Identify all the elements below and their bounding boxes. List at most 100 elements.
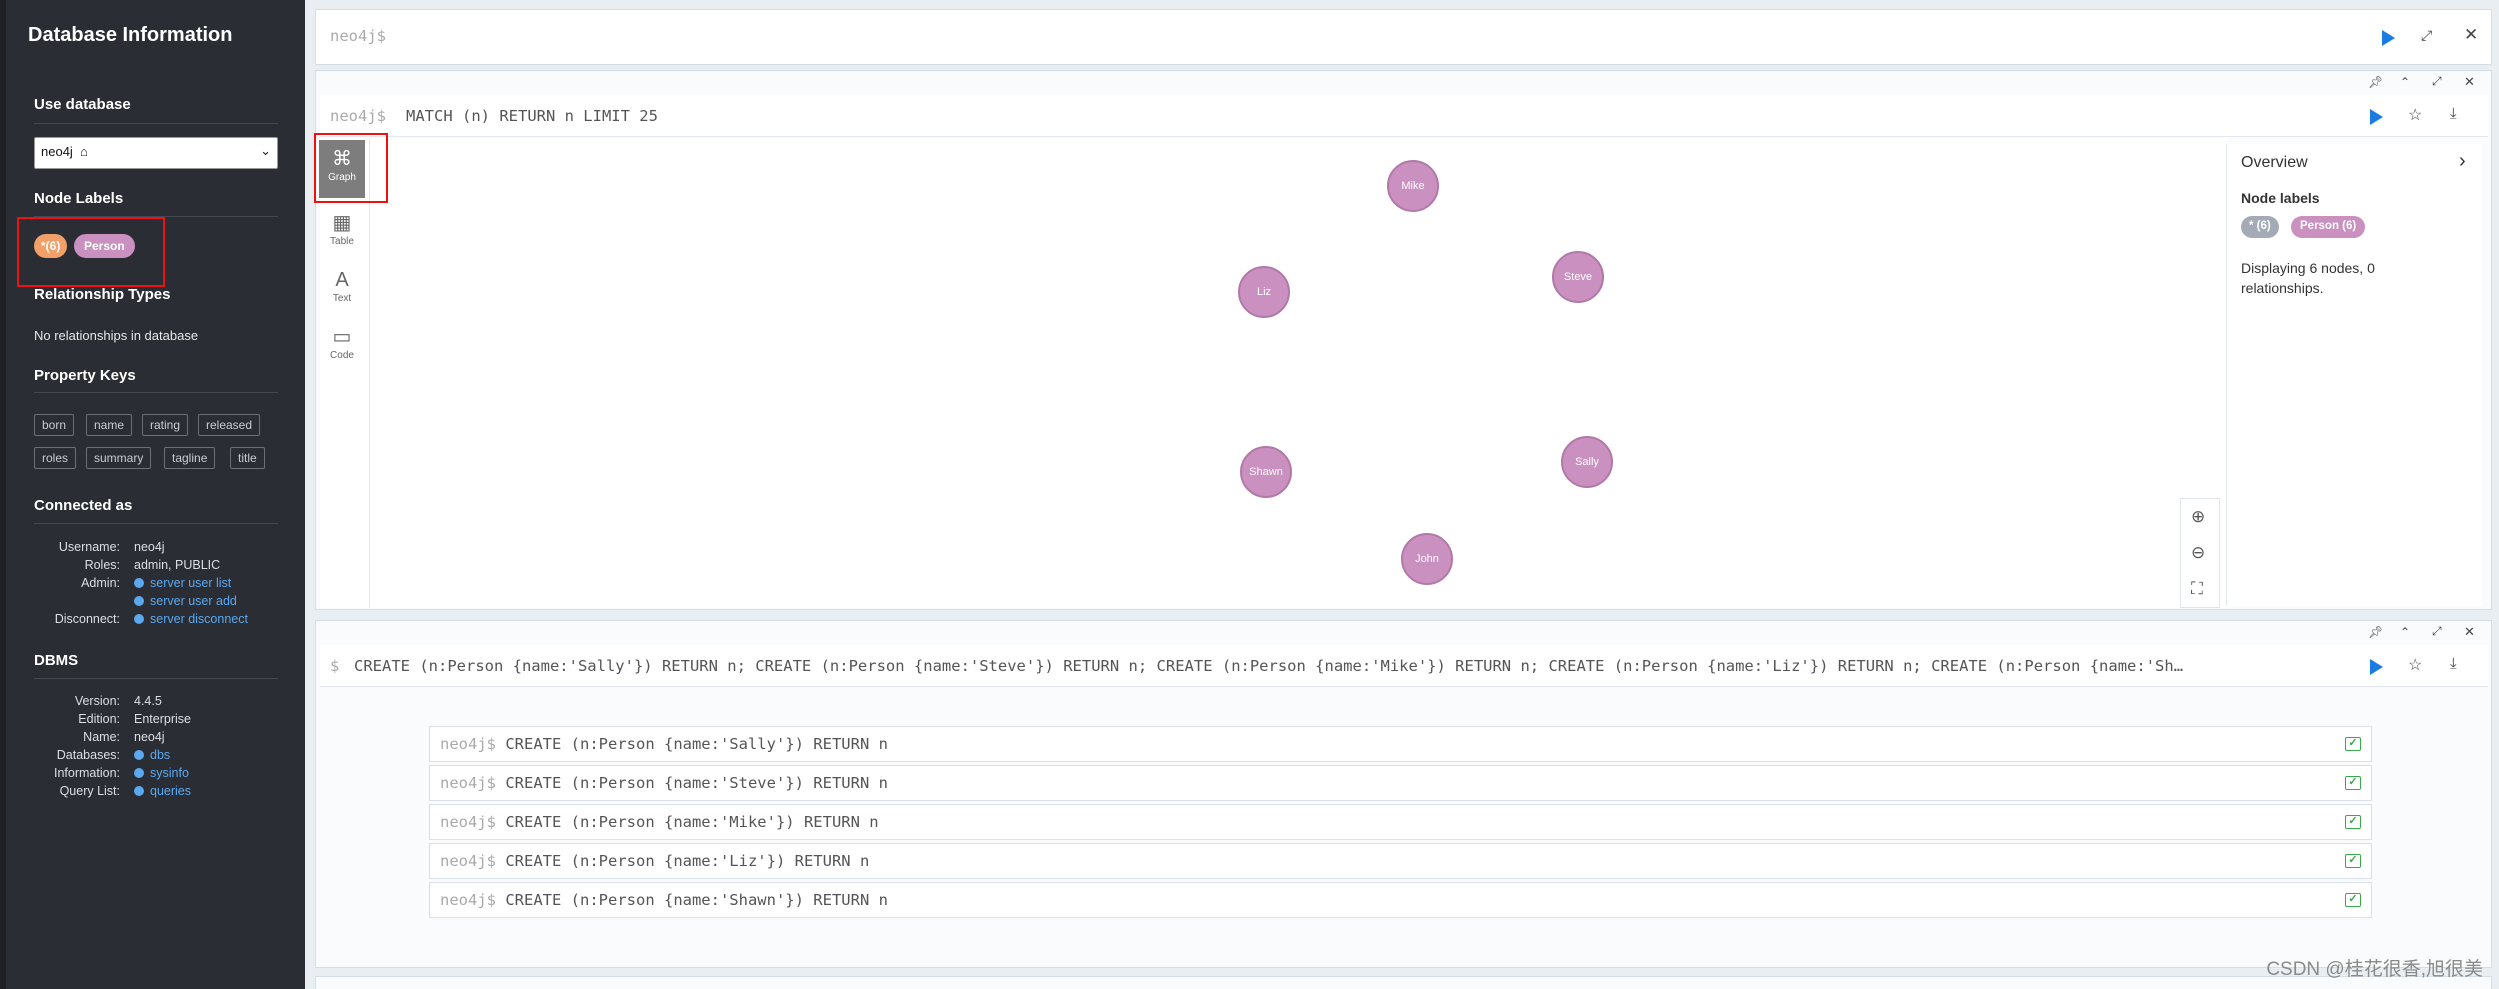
statement-row[interactable]: neo4j$ CREATE (n:Person {name:'Sally'}) … bbox=[429, 726, 2372, 762]
statement-row[interactable]: neo4j$ CREATE (n:Person {name:'Shawn'}) … bbox=[429, 882, 2372, 918]
sidebar-title: Database Information bbox=[28, 24, 233, 46]
database-select[interactable]: neo4j ⌂ ⌄ bbox=[34, 137, 278, 169]
star-icon[interactable]: ☆ bbox=[2408, 105, 2422, 125]
graph-node[interactable]: Mike bbox=[1387, 160, 1439, 212]
overview-label-person[interactable]: Person (6) bbox=[2291, 216, 2366, 238]
divider bbox=[34, 523, 278, 524]
property-key-rating[interactable]: rating bbox=[142, 414, 189, 436]
server-user-add-link[interactable]: server user add bbox=[134, 594, 237, 608]
main-editor[interactable]: neo4j$ ⤢ ✕ bbox=[315, 9, 2492, 65]
download-icon[interactable]: ⤓ bbox=[2450, 105, 2457, 122]
property-key-title[interactable]: title bbox=[230, 447, 265, 469]
property-key-tagline[interactable]: tagline bbox=[164, 447, 216, 469]
queries-link[interactable]: queries bbox=[134, 784, 191, 798]
frame-query[interactable]: MATCH (n) RETURN n LIMIT 25 bbox=[406, 107, 658, 125]
frame-prompt: $ bbox=[330, 657, 340, 675]
fullscreen-icon[interactable]: ⤢ bbox=[2421, 27, 2432, 44]
dbs-link[interactable]: dbs bbox=[134, 748, 170, 762]
frame-query-bar[interactable]: $ CREATE (n:Person {name:'Sally'}) RETUR… bbox=[320, 645, 2488, 687]
graph-node[interactable]: Sally bbox=[1561, 436, 1613, 488]
highlight-graph-view bbox=[314, 133, 388, 203]
graph-node[interactable]: Liz bbox=[1238, 266, 1290, 318]
query-list-label: Query List: bbox=[59, 784, 120, 798]
collapse-icon[interactable]: ⌃ bbox=[2400, 75, 2410, 89]
roles-label: Roles: bbox=[84, 558, 120, 572]
fullscreen-icon[interactable]: ⤢ bbox=[2432, 74, 2442, 89]
frame-query-bar[interactable]: neo4j$ MATCH (n) RETURN n LIMIT 25 ☆ ⤓ bbox=[320, 95, 2488, 137]
statement-prompt: neo4j$ bbox=[440, 852, 496, 870]
view-text-button[interactable]: A Text bbox=[319, 267, 365, 304]
dbs-text: dbs bbox=[150, 748, 171, 762]
statement-cmd: CREATE (n:Person {name:'Mike'}) RETURN n bbox=[505, 813, 879, 831]
graph-node[interactable]: John bbox=[1401, 533, 1453, 585]
graph-node[interactable]: Shawn bbox=[1240, 446, 1292, 498]
divider bbox=[34, 123, 278, 124]
fullscreen-icon[interactable]: ⤢ bbox=[2432, 624, 2442, 639]
admin-label: Admin: bbox=[81, 576, 120, 590]
statement-prompt: neo4j$ bbox=[440, 813, 496, 831]
pin-icon[interactable]: 📌︎ bbox=[2368, 75, 2383, 89]
dbms-heading: DBMS bbox=[34, 652, 79, 669]
relationship-types-empty: No relationships in database bbox=[34, 328, 199, 343]
statement-row[interactable]: neo4j$ CREATE (n:Person {name:'Steve'}) … bbox=[429, 765, 2372, 801]
view-table-button[interactable]: ▦ Table bbox=[319, 210, 365, 247]
view-table-label: Table bbox=[330, 236, 354, 247]
view-code-button[interactable]: ▭ Code bbox=[319, 324, 365, 361]
server-user-list-text: server user list bbox=[150, 576, 232, 590]
table-icon: ▦ bbox=[332, 212, 352, 234]
chevron-down-icon: ⌄ bbox=[260, 143, 271, 158]
close-icon[interactable]: ✕ bbox=[2464, 624, 2475, 640]
connected-heading: Connected as bbox=[34, 497, 133, 514]
overview-labels-heading: Node labels bbox=[2241, 190, 2320, 206]
property-key-released[interactable]: released bbox=[198, 414, 261, 436]
next-result-frame bbox=[315, 976, 2492, 989]
statement-prompt: neo4j$ bbox=[440, 891, 496, 909]
statement-cmd: CREATE (n:Person {name:'Shawn'}) RETURN … bbox=[505, 891, 888, 909]
rerun-button[interactable] bbox=[2370, 659, 2383, 675]
property-key-name[interactable]: name bbox=[86, 414, 133, 436]
property-key-roles[interactable]: roles bbox=[34, 447, 77, 469]
play-circle-icon bbox=[134, 596, 144, 606]
information-label: Information: bbox=[53, 766, 120, 780]
view-text-label: Text bbox=[332, 293, 352, 304]
server-disconnect-text: server disconnect bbox=[150, 612, 248, 626]
server-user-list-link[interactable]: server user list bbox=[134, 576, 231, 590]
download-icon[interactable]: ⤓ bbox=[2450, 655, 2457, 672]
property-keys-heading: Property Keys bbox=[34, 367, 136, 384]
play-circle-icon bbox=[134, 750, 144, 760]
play-circle-icon bbox=[134, 614, 144, 624]
zoom-out-icon[interactable]: ⊖ bbox=[2191, 543, 2205, 563]
statement-row[interactable]: neo4j$ CREATE (n:Person {name:'Liz'}) RE… bbox=[429, 843, 2372, 879]
play-circle-icon bbox=[134, 768, 144, 778]
run-button[interactable] bbox=[2382, 30, 2395, 46]
text-icon: A bbox=[335, 269, 349, 291]
statement-text: neo4j$ CREATE (n:Person {name:'Mike'}) R… bbox=[440, 813, 879, 831]
close-icon[interactable]: ✕ bbox=[2464, 74, 2475, 90]
pin-icon[interactable]: 📌︎ bbox=[2368, 625, 2383, 639]
frame-prompt: neo4j$ bbox=[330, 107, 386, 125]
watermark: CSDN @桂花很香,旭很美 bbox=[2266, 959, 2483, 980]
fit-icon[interactable]: ⛶ bbox=[2191, 579, 2203, 599]
property-key-born[interactable]: born bbox=[34, 414, 75, 436]
graph-node[interactable]: Steve bbox=[1552, 251, 1604, 303]
graph-canvas[interactable] bbox=[370, 138, 2227, 608]
version-value: 4.4.5 bbox=[134, 694, 162, 708]
statement-prompt: neo4j$ bbox=[440, 735, 496, 753]
zoom-in-icon[interactable]: ⊕ bbox=[2191, 507, 2205, 527]
sysinfo-link[interactable]: sysinfo bbox=[134, 766, 189, 780]
server-disconnect-link[interactable]: server disconnect bbox=[134, 612, 248, 626]
overview-label-all[interactable]: * (6) bbox=[2241, 216, 2279, 238]
play-circle-icon bbox=[134, 578, 144, 588]
username-label: Username: bbox=[58, 540, 120, 554]
close-icon[interactable]: ✕ bbox=[2464, 25, 2478, 45]
star-icon[interactable]: ☆ bbox=[2408, 655, 2422, 675]
code-icon: ▭ bbox=[332, 326, 352, 348]
frame-query[interactable]: CREATE (n:Person {name:'Sally'}) RETURN … bbox=[354, 657, 2354, 675]
disconnect-label: Disconnect: bbox=[54, 612, 120, 626]
collapse-icon[interactable]: ⌃ bbox=[2400, 625, 2410, 639]
property-key-summary[interactable]: summary bbox=[86, 447, 152, 469]
chevron-right-icon[interactable]: › bbox=[2459, 150, 2466, 173]
statement-row[interactable]: neo4j$ CREATE (n:Person {name:'Mike'}) R… bbox=[429, 804, 2372, 840]
rerun-button[interactable] bbox=[2370, 109, 2383, 125]
statement-text: neo4j$ CREATE (n:Person {name:'Sally'}) … bbox=[440, 735, 888, 753]
